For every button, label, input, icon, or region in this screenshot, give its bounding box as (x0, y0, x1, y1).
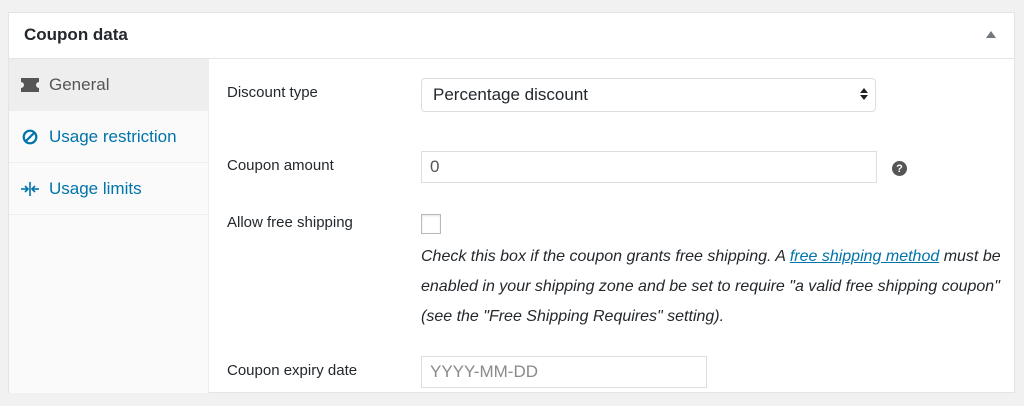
free-shipping-label: Allow free shipping (227, 214, 353, 231)
coupon-amount-label: Coupon amount (227, 157, 334, 174)
description-text: Check this box if the coupon grants free… (421, 248, 790, 265)
general-tab-content: Discount type Percentage discount Coupon… (209, 59, 1014, 392)
select-arrows-icon (860, 88, 868, 100)
panel-title: Coupon data (24, 25, 128, 44)
tab-general[interactable]: General (9, 59, 208, 111)
tab-label: Usage limits (49, 178, 142, 198)
free-shipping-checkbox[interactable] (421, 214, 441, 234)
help-icon[interactable]: ? (892, 161, 907, 176)
tab-usage-limits[interactable]: Usage limits (9, 163, 208, 215)
coupon-tabs-sidebar: General Usage restriction Usage limits (9, 59, 209, 393)
tab-usage-restriction[interactable]: Usage restriction (9, 111, 208, 163)
coupon-data-panel: Coupon data General Usage restriction Us… (8, 12, 1015, 393)
discount-type-value: Percentage discount (433, 85, 588, 104)
discount-type-label: Discount type (227, 84, 318, 101)
collapse-toggle-icon[interactable] (986, 31, 996, 38)
expiry-date-label: Coupon expiry date (227, 362, 358, 379)
block-icon (21, 128, 39, 146)
ticket-icon (21, 76, 39, 94)
tab-label: Usage restriction (49, 126, 177, 146)
limits-icon (21, 180, 39, 198)
free-shipping-method-link[interactable]: free shipping method (790, 248, 939, 265)
discount-type-select[interactable]: Percentage discount (421, 78, 876, 112)
coupon-amount-input[interactable]: 0 (421, 151, 877, 183)
expiry-date-input[interactable]: YYYY-MM-DD (421, 356, 707, 388)
tab-label: General (49, 74, 110, 94)
panel-header: Coupon data (9, 13, 1014, 59)
free-shipping-description: Check this box if the coupon grants free… (421, 242, 1001, 332)
